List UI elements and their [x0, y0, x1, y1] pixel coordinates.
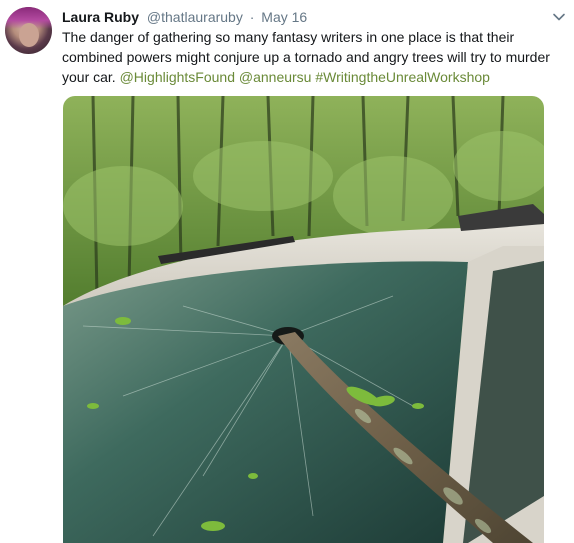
- chevron-down-icon[interactable]: [552, 10, 566, 24]
- avatar-face: [19, 23, 39, 47]
- tweet-date[interactable]: May 16: [261, 9, 307, 25]
- avatar[interactable]: [5, 7, 52, 54]
- header-separator: ·: [249, 9, 255, 25]
- tweet-photo[interactable]: [63, 96, 544, 543]
- hashtag-writingtheunrealworkshop[interactable]: #WritingtheUnrealWorkshop: [315, 69, 490, 85]
- tweet-header: Laura Ruby @thatlauraruby · May 16: [62, 7, 544, 27]
- author-handle[interactable]: @thatlauraruby: [147, 9, 243, 25]
- tweet-text: The danger of gathering so many fantasy …: [62, 27, 562, 87]
- author-display-name[interactable]: Laura Ruby: [62, 9, 139, 25]
- tweet: Laura Ruby @thatlauraruby · May 16 The d…: [0, 0, 574, 543]
- mention-anneursu[interactable]: @anneursu: [239, 69, 312, 85]
- mention-highlightsfound[interactable]: @HighlightsFound: [120, 69, 235, 85]
